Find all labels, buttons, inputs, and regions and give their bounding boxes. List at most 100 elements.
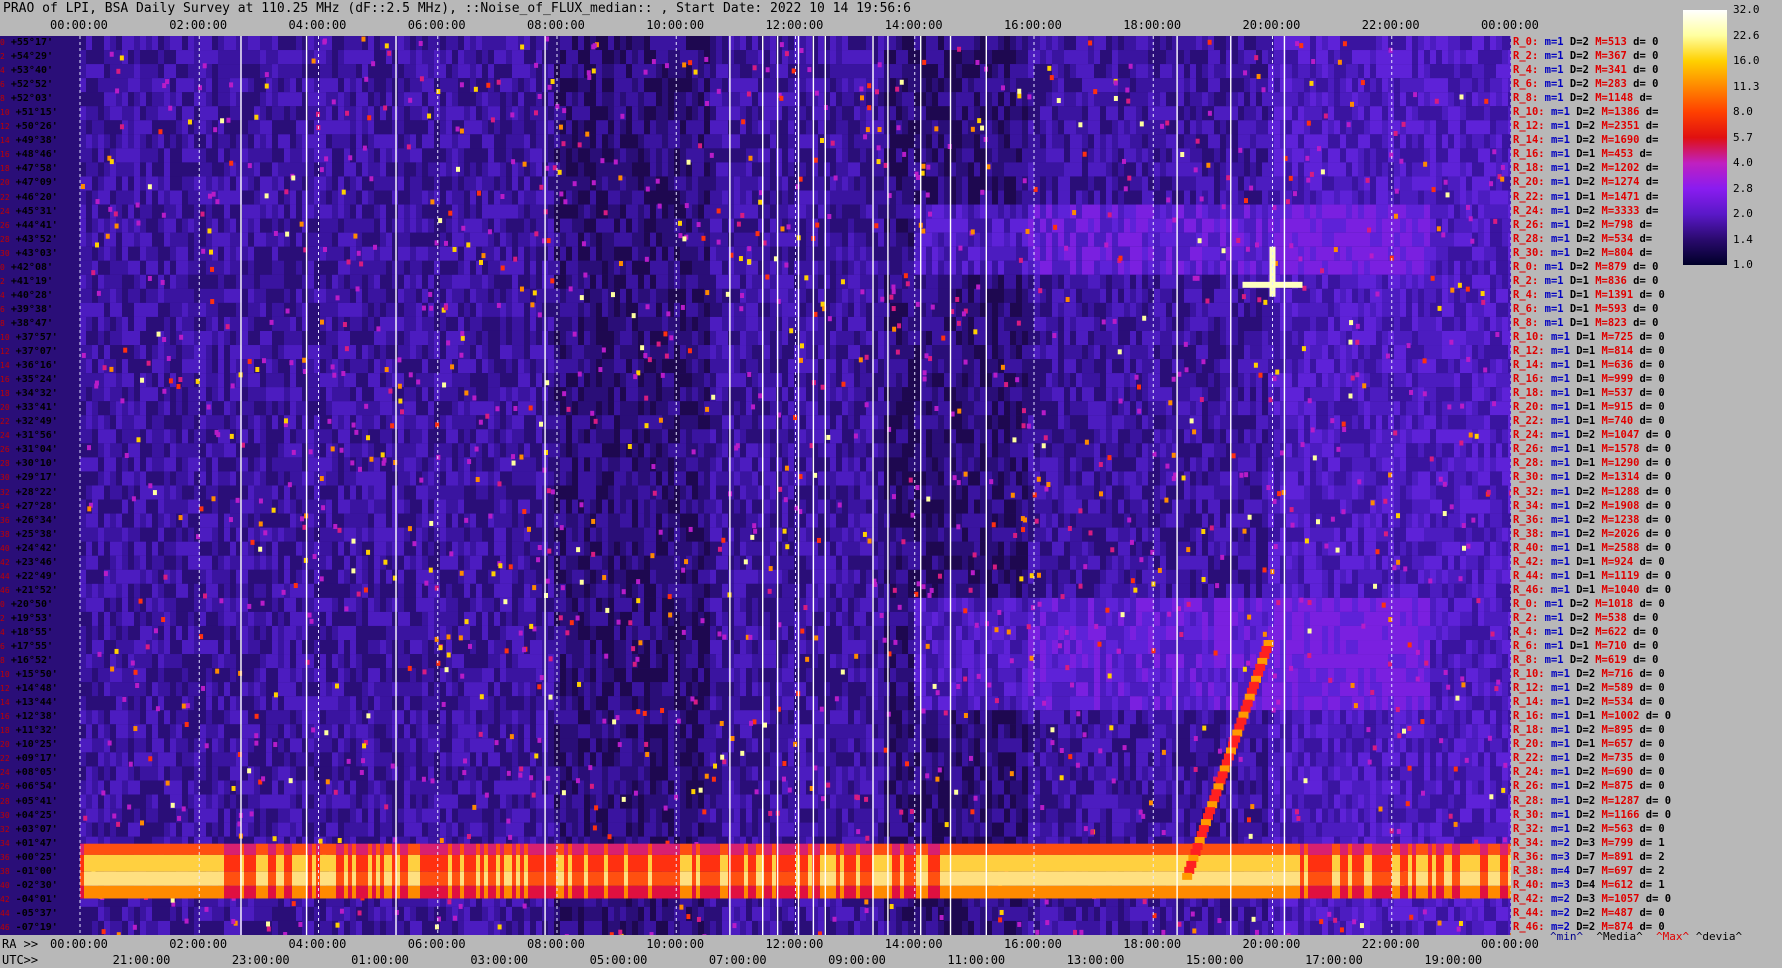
declination-value: +23°46' bbox=[15, 556, 58, 568]
noise-speck bbox=[528, 405, 533, 411]
stat-mx: M=725 bbox=[1601, 330, 1634, 343]
noise-speck bbox=[1201, 529, 1206, 535]
noise-speck bbox=[867, 105, 872, 111]
noise-speck bbox=[1464, 757, 1469, 763]
row-index: 18 bbox=[0, 164, 10, 174]
noise-speck bbox=[581, 241, 586, 247]
stat-d: D=2 bbox=[1569, 625, 1589, 638]
noise-speck bbox=[1375, 291, 1380, 297]
noise-speck bbox=[1268, 397, 1273, 403]
noise-speck bbox=[184, 721, 189, 727]
stat-dv: d= 2 bbox=[1639, 864, 1665, 877]
noise-speck bbox=[592, 825, 597, 831]
noise-speck bbox=[464, 390, 469, 396]
stat-r: R_18: bbox=[1513, 724, 1545, 737]
noise-speck bbox=[915, 301, 920, 307]
noise-speck bbox=[749, 720, 754, 726]
noise-speck bbox=[1311, 59, 1316, 65]
noise-speck bbox=[1137, 408, 1142, 414]
declination-value: +29°17' bbox=[15, 472, 58, 484]
declination-label: 16 +48°46' bbox=[0, 150, 58, 160]
declination-label: 30 +43°03' bbox=[0, 248, 58, 259]
noise-speck bbox=[207, 228, 212, 234]
noise-speck bbox=[1050, 740, 1055, 746]
noise-speck bbox=[550, 489, 555, 495]
stat-d: D=2 bbox=[1576, 471, 1596, 484]
row-stat: R_26: m=1 D=1 M=1578 d= 0 bbox=[1513, 444, 1671, 455]
noise-speck bbox=[905, 761, 910, 767]
noise-speck bbox=[1496, 679, 1501, 685]
stat-m: m=1 bbox=[1550, 555, 1570, 568]
noise-speck bbox=[669, 335, 674, 341]
noise-speck bbox=[302, 357, 307, 363]
stat-mx: M=2351 bbox=[1601, 120, 1640, 133]
noise-speck bbox=[1192, 928, 1197, 934]
noise-speck bbox=[359, 769, 364, 775]
noise-speck bbox=[1357, 479, 1362, 485]
noise-speck bbox=[552, 165, 557, 171]
noise-speck bbox=[928, 211, 933, 217]
stat-r: R_24: bbox=[1513, 429, 1545, 442]
noise-speck bbox=[519, 766, 524, 772]
noise-speck bbox=[1067, 525, 1072, 531]
noise-speck bbox=[956, 524, 961, 530]
row-index: 38 bbox=[0, 529, 10, 539]
noise-speck bbox=[768, 566, 773, 572]
noise-speck bbox=[1053, 224, 1058, 230]
noise-speck bbox=[1459, 440, 1464, 446]
noise-speck bbox=[1289, 665, 1294, 671]
noise-speck bbox=[1041, 410, 1046, 416]
declination-value: +22°49' bbox=[15, 570, 58, 582]
noise-speck bbox=[1193, 167, 1198, 173]
noise-speck bbox=[531, 792, 536, 798]
noise-speck bbox=[908, 477, 913, 483]
noise-speck bbox=[165, 780, 170, 786]
noise-speck bbox=[1436, 226, 1441, 232]
stat-mx: M=1047 bbox=[1601, 429, 1640, 442]
stat-mx: M=1166 bbox=[1601, 808, 1640, 821]
stat-mx: M=534 bbox=[1601, 696, 1634, 709]
declination-label: 28 +30°10' bbox=[0, 459, 58, 469]
row-index: 32 bbox=[0, 824, 10, 834]
utc-tick-label: 07:00:00 bbox=[708, 953, 767, 967]
noise-speck bbox=[1319, 919, 1324, 925]
noise-speck bbox=[879, 613, 884, 619]
noise-speck bbox=[1023, 517, 1028, 523]
noise-speck bbox=[1034, 518, 1039, 524]
noise-speck bbox=[1409, 389, 1414, 395]
noise-speck bbox=[122, 696, 127, 702]
noise-speck bbox=[577, 681, 582, 687]
stat-d: D=3 bbox=[1576, 892, 1596, 905]
top-tick-label: 22:00:00 bbox=[1361, 18, 1420, 32]
row-index: 8 bbox=[0, 656, 5, 666]
stat-mx: M=619 bbox=[1595, 654, 1627, 667]
noise-speck bbox=[526, 526, 531, 532]
noise-speck bbox=[128, 761, 133, 767]
noise-speck bbox=[1456, 926, 1461, 932]
noise-speck bbox=[987, 682, 992, 688]
noise-speck bbox=[577, 142, 582, 148]
row-stat: R_44: m=1 D=1 M=1119 d= 0 bbox=[1513, 570, 1671, 582]
top-tick-label: 14:00:00 bbox=[884, 18, 943, 32]
noise-speck bbox=[397, 383, 402, 389]
noise-speck bbox=[522, 509, 527, 515]
noise-speck bbox=[354, 429, 359, 435]
row-stat: R_18: m=1 D=1 M=537 d= 0 bbox=[1513, 388, 1665, 399]
noise-speck bbox=[767, 588, 772, 594]
stat-r: R_32: bbox=[1513, 485, 1545, 498]
noise-speck bbox=[963, 359, 968, 365]
declination-label: 36 +26°34' bbox=[0, 515, 58, 526]
stat-dv: d= 0 bbox=[1639, 724, 1665, 737]
row-index: 46 bbox=[0, 922, 10, 932]
noise-speck bbox=[636, 598, 641, 604]
noise-speck bbox=[1128, 63, 1133, 69]
noise-speck bbox=[566, 406, 571, 412]
stat-d: D=2 bbox=[1576, 499, 1596, 512]
noise-speck bbox=[231, 918, 236, 924]
stat-d: D=2 bbox=[1576, 232, 1596, 245]
noise-speck bbox=[1272, 376, 1277, 382]
declination-label: 2 +19°53' bbox=[0, 613, 53, 624]
noise-speck bbox=[418, 40, 423, 46]
stat-mx: M=1471 bbox=[1601, 190, 1640, 203]
stat-m: m=1 bbox=[1550, 766, 1570, 779]
